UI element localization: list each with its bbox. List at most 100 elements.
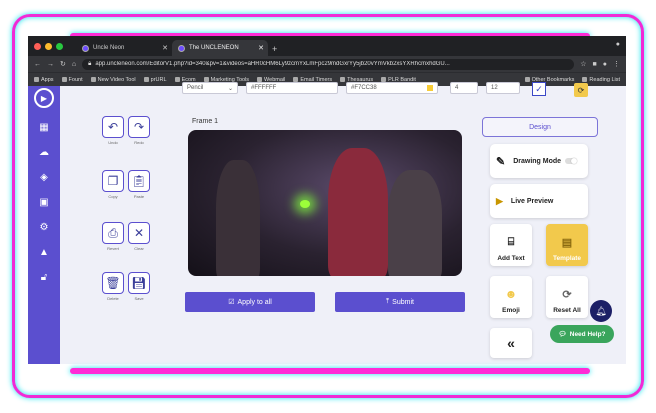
copy-icon: ❐	[107, 174, 119, 188]
back-icon[interactable]: ←	[34, 61, 41, 68]
apps-icon	[34, 77, 39, 82]
tab-search-icon[interactable]: ●	[616, 41, 620, 48]
tab-label: The UNCLENEON	[189, 45, 239, 51]
undo-button[interactable]: ↶	[102, 116, 124, 138]
chat-icon: 💬︎	[558, 331, 567, 338]
close-tab-icon[interactable]: ✕	[258, 44, 264, 52]
notification-bell-button[interactable]: 🔔︎	[590, 300, 612, 322]
close-tab-icon[interactable]: ✕	[162, 44, 168, 52]
drawing-mode-toggle[interactable]	[565, 158, 578, 164]
close-window-button[interactable]	[34, 43, 41, 50]
app-logo-icon[interactable]: ▶	[34, 88, 54, 108]
unlock-icon[interactable]: 🔓︎	[37, 272, 51, 283]
color-input-value: #F7CC38	[351, 85, 377, 91]
tab-bar: Uncle Neon ✕ The UNCLENEON ✕ + ●	[28, 36, 626, 56]
add-text-label: Add Text	[497, 255, 525, 262]
profile-icon[interactable]: ●	[603, 61, 607, 68]
color-input-1[interactable]: #FFFFFF	[246, 82, 338, 94]
bookmark-item[interactable]: Reading List	[582, 77, 620, 83]
bookmark-item[interactable]: New Video Tool	[90, 76, 136, 83]
new-tab-icon[interactable]: +	[272, 44, 277, 56]
live-preview-card[interactable]: ▶ Live Preview	[490, 184, 588, 218]
save-label: Save	[134, 296, 144, 301]
home-icon[interactable]: ⌂	[72, 61, 76, 68]
apply-label: Apply to all	[237, 298, 272, 306]
reset-all-card[interactable]: ⟳ Reset All	[546, 276, 588, 318]
tab-label: Uncle Neon	[93, 45, 125, 51]
number-input-2[interactable]: 12	[486, 82, 520, 94]
dancer-right	[388, 170, 442, 276]
redo-button[interactable]: ↷	[128, 116, 150, 138]
bookmark-label: Fount	[68, 76, 83, 83]
grid-icon[interactable]: ▦	[37, 122, 51, 133]
bookmark-star-icon[interactable]: ☆	[580, 60, 586, 68]
lock-icon: 🔒︎	[88, 60, 92, 67]
frame-label: Frame 1	[192, 118, 219, 125]
road-icon[interactable]: ▲	[37, 247, 51, 258]
tab-design[interactable]: Design	[482, 117, 598, 137]
collapse-panel-button[interactable]: «	[490, 328, 532, 358]
font-select[interactable]: Pencil ⌄	[182, 82, 238, 94]
copy-button[interactable]: ❐	[102, 170, 124, 192]
emoji-card[interactable]: ☻ Emoji	[490, 276, 532, 318]
copy-label: Copy	[108, 194, 118, 199]
drawing-mode-label: Drawing Mode	[513, 157, 562, 165]
bookmark-item[interactable]: prURL	[143, 77, 167, 83]
redo-icon: ↷	[133, 120, 145, 134]
bookmark-label: Reading List	[589, 76, 620, 83]
text-icon: ⌸	[507, 236, 515, 248]
save-button[interactable]: 💾︎	[128, 272, 150, 294]
color-input-2[interactable]: #F7CC38	[346, 82, 438, 94]
apply-to-all-button[interactable]: ☑ Apply to all	[185, 292, 315, 312]
tab-favicon-icon	[178, 44, 185, 52]
reload-icon[interactable]: ↻	[60, 60, 66, 68]
paste-button[interactable]: 📋︎	[128, 170, 150, 192]
bell-icon: 🔔︎	[595, 305, 607, 316]
bookmark-icon	[90, 77, 96, 82]
cloud-icon[interactable]: ☁	[37, 147, 51, 158]
tab-uncle-neon[interactable]: Uncle Neon ✕	[76, 40, 172, 56]
url-field[interactable]: 🔒︎ app.uncleneon.com/EditorV1.php?id=340…	[82, 58, 575, 70]
menu-icon[interactable]: ⋮	[613, 60, 620, 68]
sidebar: ▶ ▦ ☁ ◈ ▣ ⚙ ▲ 🔓︎	[28, 86, 60, 364]
revert-button[interactable]: ⎙	[102, 222, 124, 244]
submit-button[interactable]: ⤒ Submit	[335, 292, 465, 312]
address-bar-row: ← → ↻ ⌂ 🔒︎ app.uncleneon.com/EditorV1.ph…	[28, 56, 626, 72]
upload-icon: ⤒	[386, 298, 390, 305]
template-label: Template	[552, 255, 582, 262]
forward-icon[interactable]: →	[47, 61, 54, 68]
number-input-1[interactable]: 4	[450, 82, 478, 94]
checkbox-checked[interactable]: ✓	[532, 82, 546, 96]
double-chevron-left-icon: «	[507, 335, 515, 351]
video-canvas[interactable]	[188, 130, 462, 276]
delete-button[interactable]: 🗑︎	[102, 272, 124, 294]
need-help-button[interactable]: 💬︎ Need Help?	[550, 325, 614, 343]
checkbox-icon: ☑	[228, 299, 235, 306]
clear-button[interactable]: ✕	[128, 222, 150, 244]
gear-icon[interactable]: ⚙	[37, 222, 51, 233]
editor-app: ▶ ▦ ☁ ◈ ▣ ⚙ ▲ 🔓︎ Pencil ⌄ #FFFFFF #F7CC38…	[28, 82, 626, 364]
color-input-value: #FFFFFF	[251, 85, 277, 91]
bookmark-item[interactable]: Fount	[61, 76, 83, 83]
template-card[interactable]: ▤ Template	[546, 224, 588, 266]
maximize-window-button[interactable]	[56, 43, 63, 50]
layers-icon[interactable]: ◈	[37, 172, 51, 183]
emoji-label: Emoji	[502, 307, 520, 314]
play-icon: ▶	[496, 195, 503, 206]
minimize-window-button[interactable]	[45, 43, 52, 50]
chevron-down-icon: ⌄	[227, 85, 233, 92]
drawing-mode-card[interactable]: ✎ Drawing Mode	[490, 144, 588, 178]
image-icon[interactable]: ▣	[37, 197, 51, 208]
bookmark-label: New Video Tool	[97, 76, 136, 83]
undo-icon: ↶	[107, 120, 119, 134]
url-text: app.uncleneon.com/EditorV1.php?id=340&pv…	[95, 61, 450, 67]
design-label: Design	[529, 123, 551, 131]
live-preview-label: Live Preview	[510, 197, 554, 205]
bookmark-item[interactable]: Apps	[34, 77, 54, 83]
add-text-card[interactable]: ⌸ Add Text	[490, 224, 532, 266]
emoji-icon: ☻	[504, 287, 518, 301]
extensions-icon[interactable]: ■	[593, 61, 597, 68]
tab-the-uncleneon[interactable]: The UNCLENEON ✕	[172, 40, 268, 56]
color-swatch	[427, 85, 433, 91]
refresh-icon[interactable]: ⟳	[574, 83, 588, 97]
